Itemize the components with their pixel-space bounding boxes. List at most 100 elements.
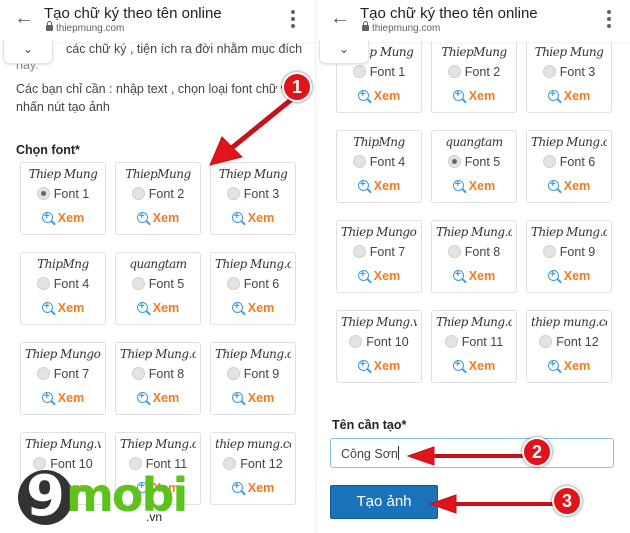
font-option[interactable]: Font 7 bbox=[337, 245, 421, 259]
view-link[interactable]: Xem bbox=[432, 268, 516, 283]
view-link[interactable]: Xem bbox=[337, 268, 421, 283]
zoom-in-icon bbox=[547, 268, 559, 282]
font-card[interactable]: Thiep MungFont 3Xem bbox=[526, 40, 612, 113]
view-link[interactable]: Xem bbox=[337, 88, 421, 103]
font-card[interactable]: ThiepMung Font 2 Xem bbox=[431, 40, 517, 113]
font-option[interactable]: Font 3 bbox=[527, 65, 611, 79]
radio-button[interactable] bbox=[36, 277, 50, 290]
view-link[interactable]: Xem bbox=[116, 300, 200, 315]
radio-button[interactable] bbox=[131, 187, 145, 200]
font-sample-preview: Thiep Mung bbox=[28, 167, 98, 181]
font-card[interactable]: thiep mung.com Font 12 Xem bbox=[526, 310, 612, 383]
radio-button[interactable] bbox=[352, 155, 366, 168]
font-option[interactable]: Font 8 bbox=[116, 367, 200, 381]
url-bar[interactable]: thiepmung.com bbox=[46, 21, 124, 34]
more-options-icon[interactable] bbox=[291, 10, 295, 28]
view-link[interactable]: Xem bbox=[211, 390, 295, 405]
font-option[interactable]: Font 7 bbox=[21, 367, 105, 381]
font-card[interactable]: Thiep MungFont 3Xem bbox=[210, 162, 296, 235]
font-option[interactable]: Font 8 bbox=[432, 245, 516, 259]
font-card[interactable]: Thiep Mung.com Font 8 Xem bbox=[431, 220, 517, 293]
font-option[interactable]: Font 12 bbox=[527, 335, 611, 349]
font-card[interactable]: Thiep Mung Font 1 Xem bbox=[20, 162, 106, 235]
font-sample-preview: Thiep Mung.com bbox=[120, 437, 196, 451]
font-option[interactable]: Font 6 bbox=[527, 155, 611, 169]
font-option[interactable]: Font 11 bbox=[432, 335, 516, 349]
view-link[interactable]: Xem bbox=[116, 390, 200, 405]
radio-button[interactable] bbox=[444, 335, 458, 348]
font-card[interactable]: Thiep Mung.com Font 9 Xem bbox=[210, 342, 296, 415]
radio-button[interactable] bbox=[447, 245, 461, 258]
view-link[interactable]: Xem bbox=[527, 268, 611, 283]
radio-button[interactable] bbox=[226, 187, 240, 200]
radio-button[interactable] bbox=[539, 335, 553, 348]
font-card[interactable]: Thiep Mungon Font 7 Xem bbox=[20, 342, 106, 415]
font-card[interactable]: Thiep Mung.com Font 11 Xem bbox=[431, 310, 517, 383]
collapse-toolbar-button[interactable]: ⌄ bbox=[3, 40, 53, 64]
view-link[interactable]: Xem bbox=[527, 178, 611, 193]
radio-button[interactable] bbox=[223, 457, 237, 470]
radio-button[interactable] bbox=[131, 277, 145, 290]
font-option[interactable]: Font 9 bbox=[527, 245, 611, 259]
font-card[interactable]: ThipMng Font 4 Xem bbox=[336, 130, 422, 203]
font-card[interactable]: Thiep Mung.com Font 6 Xem bbox=[526, 130, 612, 203]
font-option[interactable]: Font 5 bbox=[116, 277, 200, 291]
view-link[interactable]: Xem bbox=[527, 358, 611, 373]
font-card[interactable]: Thiep Mung.com Font 8 Xem bbox=[115, 342, 201, 415]
view-link[interactable]: Xem bbox=[21, 390, 105, 405]
font-card[interactable]: Thiep Mung.vn Font 10 Xem bbox=[336, 310, 422, 383]
view-link[interactable]: Xem bbox=[337, 178, 421, 193]
font-card[interactable]: Thiep Mungon Font 7 Xem bbox=[336, 220, 422, 293]
radio-button[interactable] bbox=[447, 155, 461, 168]
more-options-icon[interactable] bbox=[607, 10, 611, 28]
view-link[interactable]: Xem bbox=[432, 88, 516, 103]
font-card[interactable]: quangtam Font 5 Xem bbox=[115, 252, 201, 325]
back-arrow-icon[interactable]: ← bbox=[14, 8, 34, 28]
view-link[interactable]: Xem bbox=[21, 210, 105, 225]
radio-button[interactable] bbox=[36, 367, 50, 380]
font-option[interactable]: Font 1 bbox=[337, 65, 421, 79]
view-link[interactable]: Xem bbox=[211, 300, 295, 315]
url-bar[interactable]: thiepmung.com bbox=[362, 21, 440, 34]
font-card[interactable]: ThipMng Font 4 Xem bbox=[20, 252, 106, 325]
font-option[interactable]: Font 4 bbox=[337, 155, 421, 169]
view-link[interactable]: Xem bbox=[211, 480, 295, 495]
radio-button[interactable] bbox=[36, 187, 50, 200]
radio-button[interactable] bbox=[352, 245, 366, 258]
radio-button[interactable] bbox=[131, 367, 145, 380]
collapse-toolbar-button[interactable]: ⌄ bbox=[319, 40, 369, 64]
radio-button[interactable] bbox=[542, 155, 556, 168]
font-option[interactable]: Font 5 bbox=[432, 155, 516, 169]
view-link[interactable]: Xem bbox=[432, 178, 516, 193]
view-link[interactable]: Xem bbox=[211, 210, 295, 225]
font-card[interactable]: Thiep Mung.com Font 6 Xem bbox=[210, 252, 296, 325]
radio-button[interactable] bbox=[447, 65, 461, 78]
font-option[interactable]: Font 2 bbox=[432, 65, 516, 79]
font-option[interactable]: Font 10 bbox=[337, 335, 421, 349]
create-image-button[interactable]: Tạo ảnh bbox=[330, 485, 438, 519]
radio-button[interactable] bbox=[352, 65, 366, 78]
view-link[interactable]: Xem bbox=[527, 88, 611, 103]
view-link[interactable]: Xem bbox=[21, 300, 105, 315]
font-option[interactable]: Font 1 bbox=[21, 187, 105, 201]
radio-button[interactable] bbox=[542, 245, 556, 258]
radio-button[interactable] bbox=[226, 277, 240, 290]
radio-button[interactable] bbox=[226, 367, 240, 380]
font-option[interactable]: Font 4 bbox=[21, 277, 105, 291]
font-card[interactable]: quangtam Font 5 Xem bbox=[431, 130, 517, 203]
font-card[interactable]: thiep mung.com Font 12 Xem bbox=[210, 432, 296, 505]
font-option[interactable]: Font 2 bbox=[116, 187, 200, 201]
view-link[interactable]: Xem bbox=[432, 358, 516, 373]
font-option[interactable]: Font 9 bbox=[211, 367, 295, 381]
font-card[interactable]: Thiep Mung.com Font 9 Xem bbox=[526, 220, 612, 293]
radio-button[interactable] bbox=[542, 65, 556, 78]
view-link[interactable]: Xem bbox=[116, 210, 200, 225]
radio-button[interactable] bbox=[349, 335, 363, 348]
view-label: Xem bbox=[247, 301, 275, 315]
font-option[interactable]: Font 6 bbox=[211, 277, 295, 291]
font-card[interactable]: ThiepMung Font 2 Xem bbox=[115, 162, 201, 235]
font-option[interactable]: Font 3 bbox=[211, 187, 295, 201]
view-link[interactable]: Xem bbox=[337, 358, 421, 373]
font-option[interactable]: Font 12 bbox=[211, 457, 295, 471]
back-arrow-icon[interactable]: ← bbox=[330, 8, 350, 28]
